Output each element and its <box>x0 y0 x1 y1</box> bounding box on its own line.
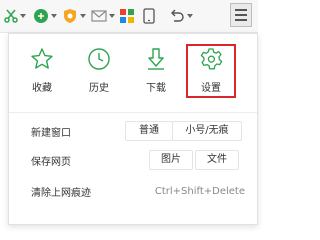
chevron-down-icon <box>20 14 26 18</box>
new-normal-window-button[interactable]: 普通 <box>125 121 173 141</box>
apps-button[interactable] <box>120 5 134 27</box>
scissors-icon <box>4 9 18 23</box>
new-window-row: 新建窗口 普通 小号/无痕 <box>9 118 257 144</box>
chevron-down-icon <box>80 14 86 18</box>
cut-tool[interactable] <box>4 5 26 27</box>
extension-shield[interactable] <box>62 5 86 27</box>
browser-toolbar <box>0 0 258 33</box>
downloads-label: 下载 <box>146 83 166 94</box>
history-label: 历史 <box>89 83 109 94</box>
main-menu-dropdown: 收藏 历史 下载 设置 新建窗口 普通 小号/无痕 保存网页 图片 文件 清除上… <box>8 33 258 225</box>
settings-highlight-box <box>186 44 236 98</box>
new-window-label[interactable]: 新建窗口 <box>31 124 71 139</box>
chevron-down-icon <box>51 14 57 18</box>
chevron-down-icon <box>187 14 193 18</box>
apps-grid-icon <box>120 9 134 23</box>
chevron-down-icon <box>109 14 115 18</box>
quick-actions: 收藏 历史 下载 设置 <box>9 34 257 109</box>
downloads-button[interactable]: 下载 <box>131 47 181 107</box>
clear-traces-shortcut: Ctrl+Shift+Delete <box>154 185 245 197</box>
menu-icon <box>235 9 247 11</box>
undo-icon <box>171 9 184 22</box>
undo-button[interactable] <box>169 5 193 27</box>
green-circle-icon <box>34 9 48 23</box>
save-page-label[interactable]: 保存网页 <box>31 153 71 168</box>
save-as-file-button[interactable]: 文件 <box>195 150 239 170</box>
save-page-row: 保存网页 图片 文件 <box>9 147 257 173</box>
divider <box>9 112 257 113</box>
star-icon <box>31 48 53 69</box>
save-as-image-button[interactable]: 图片 <box>149 150 193 170</box>
favorites-label: 收藏 <box>32 83 52 94</box>
download-icon <box>148 48 164 70</box>
mail-icon <box>91 10 107 22</box>
extension-mail[interactable] <box>91 5 115 27</box>
favorites-button[interactable]: 收藏 <box>17 47 67 107</box>
new-private-window-button[interactable]: 小号/无痕 <box>172 121 242 141</box>
shield-icon <box>64 9 76 23</box>
phone-icon <box>143 8 155 24</box>
clear-traces-row[interactable]: 清除上网痕迹 Ctrl+Shift+Delete <box>9 178 257 204</box>
extension-green[interactable] <box>33 5 57 27</box>
clear-traces-label[interactable]: 清除上网痕迹 <box>31 184 91 199</box>
mobile-button[interactable] <box>143 5 155 27</box>
history-button[interactable]: 历史 <box>74 47 124 107</box>
clock-icon <box>88 48 110 70</box>
main-menu-button[interactable] <box>230 3 252 27</box>
